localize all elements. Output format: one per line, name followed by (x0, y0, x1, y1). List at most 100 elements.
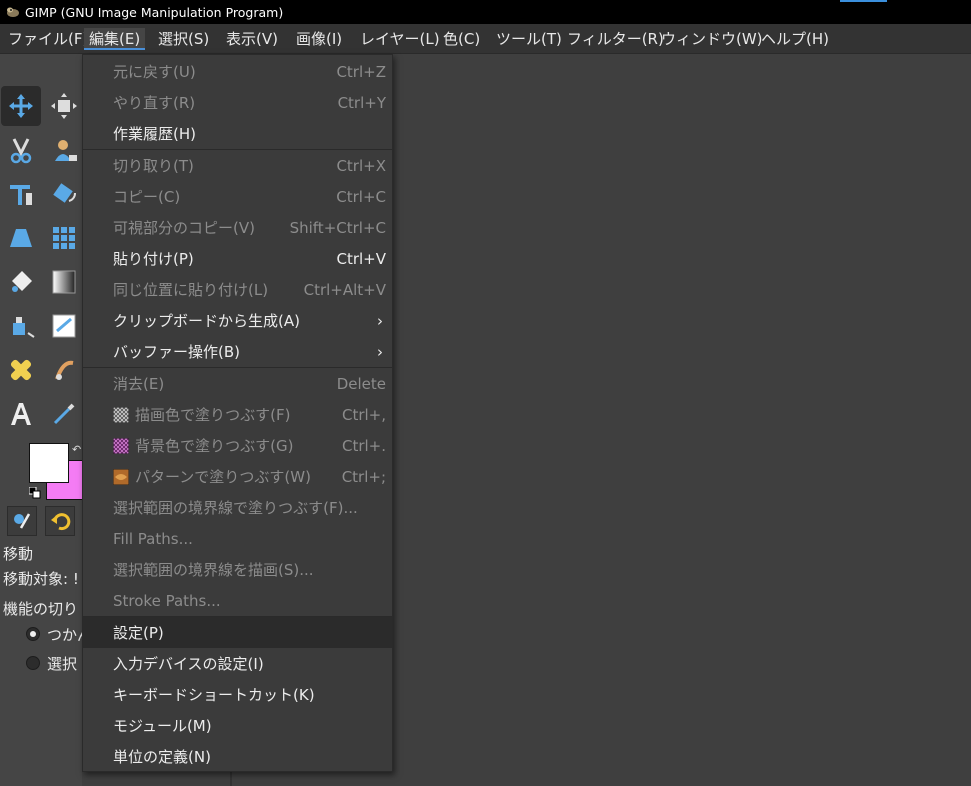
menu-item-buffer[interactable]: バッファー操作(B) › (83, 336, 392, 367)
menu-item-fill-paths[interactable]: Fill Paths... (83, 523, 392, 554)
menu-item-copy[interactable]: コピー(C) Ctrl+C (83, 181, 392, 212)
menu-select[interactable]: 選択(S) (158, 28, 209, 50)
menu-help[interactable]: ヘルプ(H) (761, 28, 829, 50)
menu-item-clear[interactable]: 消去(E) Delete (83, 368, 392, 399)
menu-item-label: Stroke Paths... (113, 591, 221, 610)
radio-move-active-label[interactable]: 選択 (47, 653, 77, 674)
menu-item-units[interactable]: 単位の定義(N) (83, 741, 392, 772)
unified-transform-tool-icon[interactable] (44, 86, 84, 126)
toggle-behavior-label: 機能の切り (3, 600, 79, 618)
menu-item-accel: Ctrl+V (336, 249, 386, 268)
menu-item-paste-in-place[interactable]: 同じ位置に貼り付け(L) Ctrl+Alt+V (83, 274, 392, 305)
menu-item-undo[interactable]: 元に戻す(U) Ctrl+Z (83, 56, 392, 87)
menu-item-accel: Ctrl+. (341, 436, 386, 455)
menu-windows[interactable]: ウィンドウ(W) (661, 28, 763, 50)
swap-colors-icon[interactable]: ↶ (72, 443, 81, 456)
pattern-fill-icon (113, 468, 129, 485)
menu-item-label: 選択範囲の境界線を描画(S)... (113, 561, 314, 579)
menu-item-input-devices[interactable]: 入力デバイスの設定(I) (83, 648, 392, 679)
menu-item-paste[interactable]: 貼り付け(P) Ctrl+V (83, 243, 392, 274)
move-tool-icon[interactable] (1, 86, 41, 126)
free-select-scissors-icon[interactable] (1, 130, 41, 170)
menu-item-preferences[interactable]: 設定(P) (83, 617, 392, 648)
menu-item-redo[interactable]: やり直す(R) Ctrl+Y (83, 87, 392, 118)
menu-item-label: キーボードショートカット(K) (113, 686, 315, 704)
menu-item-accel: Ctrl+C (336, 187, 386, 206)
menu-item-stroke-paths[interactable]: Stroke Paths... (83, 585, 392, 616)
menu-bar: ファイル(F) 編集(E) 選択(S) 表示(V) 画像(I) レイヤー(L) … (0, 24, 971, 54)
submenu-arrow-icon: › (377, 311, 383, 330)
title-accent-strip (840, 0, 887, 2)
menu-item-accel: Ctrl+Y (337, 93, 386, 112)
cage-transform-tool-icon[interactable] (44, 218, 84, 258)
menu-filters[interactable]: フィルター(R) (567, 28, 664, 50)
menu-item-label: パターンで塗りつぶす(W) (135, 468, 311, 486)
menu-layer[interactable]: レイヤー(L) (360, 28, 440, 50)
move-target-value[interactable]: ! (73, 570, 79, 588)
menu-item-label: 作業履歴(H) (113, 125, 196, 143)
menu-item-label: コピー(C) (113, 188, 181, 206)
menu-item-fill-selection-outline[interactable]: 選択範囲の境界線で塗りつぶす(F)... (83, 492, 392, 523)
menu-item-accel: Ctrl+; (341, 467, 386, 486)
reset-colors-icon[interactable] (29, 487, 41, 499)
menu-item-fill-fg[interactable]: 描画色で塗りつぶす(F) Ctrl+, (83, 399, 392, 430)
menu-file[interactable]: ファイル(F) (8, 28, 88, 50)
crop-tool-icon[interactable] (1, 174, 41, 214)
menu-item-label: 描画色で塗りつぶす(F) (135, 406, 291, 424)
menu-item-modules[interactable]: モジュール(M) (83, 710, 392, 741)
menu-item-accel: Shift+Ctrl+C (289, 218, 386, 237)
tool-options-title: 移動 (3, 545, 34, 563)
menu-item-label: 可視部分のコピー(V) (113, 219, 255, 237)
menu-item-label: 入力デバイスの設定(I) (113, 655, 264, 673)
gimp-logo-icon (7, 7, 19, 17)
text-tool-icon[interactable] (1, 394, 41, 434)
bg-fill-icon (113, 437, 129, 454)
menu-item-undo-history[interactable]: 作業履歴(H) (83, 118, 392, 149)
menu-item-label: 貼り付け(P) (113, 250, 194, 268)
menu-image[interactable]: 画像(I) (296, 28, 342, 50)
fg-fill-icon (113, 406, 129, 423)
foreground-select-tool-icon[interactable] (44, 130, 84, 170)
menu-item-fill-bg[interactable]: 背景色で塗りつぶす(G) Ctrl+. (83, 430, 392, 461)
undo-history-tab-icon[interactable] (45, 506, 75, 536)
menu-edit[interactable]: 編集(E) (84, 28, 146, 50)
window-title: GIMP (GNU Image Manipulation Program) (25, 4, 284, 20)
radio-pick-layer[interactable] (26, 627, 40, 641)
perspective-tool-icon[interactable] (1, 218, 41, 258)
menu-item-accel: Ctrl+, (341, 405, 386, 424)
menu-view[interactable]: 表示(V) (226, 28, 278, 50)
smudge-tool-icon[interactable] (44, 350, 84, 390)
ink-tool-icon[interactable] (1, 306, 41, 346)
menu-item-label: 元に戻す(U) (113, 63, 196, 81)
menu-item-cut[interactable]: 切り取り(T) Ctrl+X (83, 150, 392, 181)
menu-item-fill-pattern[interactable]: パターンで塗りつぶす(W) Ctrl+; (83, 461, 392, 492)
menu-item-label: 設定(P) (113, 624, 164, 642)
move-target-label: 移動対象: ! (3, 570, 79, 588)
tool-options-tab-icon[interactable] (7, 506, 37, 536)
menu-item-label: 同じ位置に貼り付け(L) (113, 281, 269, 299)
menu-item-stroke-selection[interactable]: 選択範囲の境界線を描画(S)... (83, 554, 392, 585)
bucket-fill-tool-icon[interactable] (1, 262, 41, 302)
menu-item-copy-visible[interactable]: 可視部分のコピー(V) Shift+Ctrl+C (83, 212, 392, 243)
menu-tools[interactable]: ツール(T) (496, 28, 562, 50)
menu-item-label: やり直す(R) (113, 94, 196, 112)
menu-item-label: 消去(E) (113, 375, 165, 393)
toolbox: ↶ 移動 移動対象: ! 機能の切り つかん 選択 (0, 54, 92, 786)
menu-item-label: クリップボードから生成(A) (113, 312, 300, 330)
flip-tool-icon[interactable] (44, 174, 84, 214)
menu-item-label: バッファー操作(B) (113, 343, 240, 361)
menu-item-accel: Ctrl+Alt+V (303, 280, 386, 299)
submenu-arrow-icon: › (377, 342, 383, 361)
gradient-tool-icon[interactable] (44, 262, 84, 302)
title-bar: GIMP (GNU Image Manipulation Program) (0, 0, 971, 24)
mypaint-brush-tool-icon[interactable] (44, 306, 84, 346)
menu-item-keyboard-shortcuts[interactable]: キーボードショートカット(K) (83, 679, 392, 710)
foreground-color-swatch-front[interactable] (29, 443, 69, 483)
heal-tool-icon[interactable] (1, 350, 41, 390)
radio-move-active[interactable] (26, 656, 40, 670)
menu-item-label: 背景色で塗りつぶす(G) (135, 437, 294, 455)
menu-colors[interactable]: 色(C) (443, 28, 480, 50)
menu-item-label: 選択範囲の境界線で塗りつぶす(F)... (113, 499, 358, 517)
menu-item-paste-as[interactable]: クリップボードから生成(A) › (83, 305, 392, 336)
color-picker-tool-icon[interactable] (44, 394, 84, 434)
